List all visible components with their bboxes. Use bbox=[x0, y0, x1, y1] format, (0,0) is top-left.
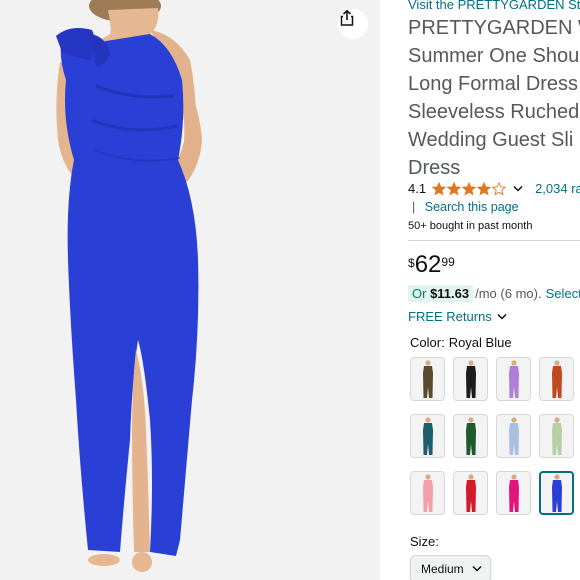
color-swatch[interactable] bbox=[496, 357, 531, 401]
star-icon bbox=[492, 181, 507, 196]
title-line: Sleeveless Ruched bbox=[408, 101, 580, 123]
monthly-prefix: Or bbox=[412, 286, 431, 301]
monthly-badge: Or $11.63 bbox=[408, 285, 474, 302]
chevron-down-icon bbox=[472, 565, 482, 572]
title-line: Wedding Guest Sli bbox=[408, 129, 574, 151]
rating-value: 4.1 bbox=[408, 181, 427, 196]
rating-row: 4.1 2,034 ra bbox=[408, 181, 580, 196]
share-icon bbox=[340, 9, 354, 26]
dress-thumbnail bbox=[551, 474, 562, 512]
color-swatch[interactable] bbox=[410, 357, 445, 401]
title-line: Summer One Shou bbox=[408, 45, 580, 67]
ratings-count-link[interactable]: 2,034 ra bbox=[535, 181, 580, 196]
star-icon bbox=[432, 181, 447, 196]
color-swatch[interactable] bbox=[496, 414, 531, 458]
selected-color: Royal Blue bbox=[448, 335, 512, 350]
color-swatch[interactable] bbox=[453, 414, 488, 458]
monthly-payment: Or $11.63 /mo (6 mo). Select f bbox=[408, 285, 580, 302]
select-payment-link[interactable]: Select f bbox=[546, 286, 580, 301]
size-dropdown[interactable]: Medium bbox=[410, 555, 491, 580]
color-swatch[interactable] bbox=[453, 357, 488, 401]
star-icon bbox=[477, 181, 492, 196]
color-swatch[interactable] bbox=[410, 471, 445, 515]
search-row: | Search this page bbox=[412, 200, 519, 214]
share-button[interactable] bbox=[338, 9, 368, 39]
color-label-text: Color: bbox=[410, 335, 445, 350]
title-line: Dress bbox=[408, 157, 461, 179]
dress-thumbnail bbox=[551, 360, 562, 398]
free-returns-label: FREE Returns bbox=[408, 309, 492, 324]
dress-thumbnail bbox=[465, 360, 476, 398]
store-link[interactable]: Visit the PRETTYGARDEN Store bbox=[408, 0, 580, 12]
dress-thumbnail bbox=[465, 417, 476, 455]
dress-thumbnail bbox=[508, 474, 519, 512]
dress-thumbnail bbox=[422, 474, 433, 512]
product-image[interactable] bbox=[0, 0, 380, 580]
color-label: Color: Royal Blue bbox=[410, 335, 512, 350]
size-selected: Medium bbox=[421, 562, 464, 576]
product-title: PRETTYGARDEN W Summer One Shou Long Form… bbox=[408, 14, 580, 182]
dress-photo bbox=[0, 0, 380, 580]
dress-thumbnail bbox=[422, 417, 433, 455]
star-icon bbox=[447, 181, 462, 196]
search-page-link[interactable]: Search this page bbox=[425, 200, 519, 214]
dress-thumbnail bbox=[508, 417, 519, 455]
dress-thumbnail bbox=[551, 417, 562, 455]
star-rating[interactable] bbox=[432, 181, 507, 196]
divider bbox=[408, 240, 580, 241]
separator: | bbox=[412, 200, 416, 214]
price-whole: 62 bbox=[414, 251, 442, 278]
dress-thumbnail bbox=[465, 474, 476, 512]
size-label: Size: bbox=[410, 534, 439, 549]
product-details: Visit the PRETTYGARDEN Store PRETTYGARDE… bbox=[408, 0, 580, 580]
color-swatch[interactable] bbox=[539, 471, 574, 515]
chevron-down-icon[interactable] bbox=[513, 181, 523, 196]
chevron-down-icon bbox=[497, 313, 507, 320]
title-line: PRETTYGARDEN W bbox=[408, 17, 580, 39]
dress-thumbnail bbox=[508, 360, 519, 398]
color-swatch[interactable] bbox=[539, 357, 574, 401]
bought-count: 50+ bought in past month bbox=[408, 220, 533, 232]
title-line: Long Formal Dress bbox=[408, 73, 579, 95]
price: $ 62 99 bbox=[408, 250, 455, 280]
color-swatch[interactable] bbox=[410, 414, 445, 458]
star-icon bbox=[462, 181, 477, 196]
monthly-term: /mo (6 mo). bbox=[475, 286, 542, 301]
color-swatch[interactable] bbox=[453, 471, 488, 515]
free-returns-link[interactable]: FREE Returns bbox=[408, 309, 507, 324]
price-fraction: 99 bbox=[441, 255, 455, 269]
color-swatch[interactable] bbox=[496, 471, 531, 515]
dress-thumbnail bbox=[422, 360, 433, 398]
price-symbol: $ bbox=[408, 256, 415, 270]
color-swatch[interactable] bbox=[539, 414, 574, 458]
monthly-amount: $11.63 bbox=[430, 286, 470, 301]
color-swatches bbox=[408, 357, 580, 519]
